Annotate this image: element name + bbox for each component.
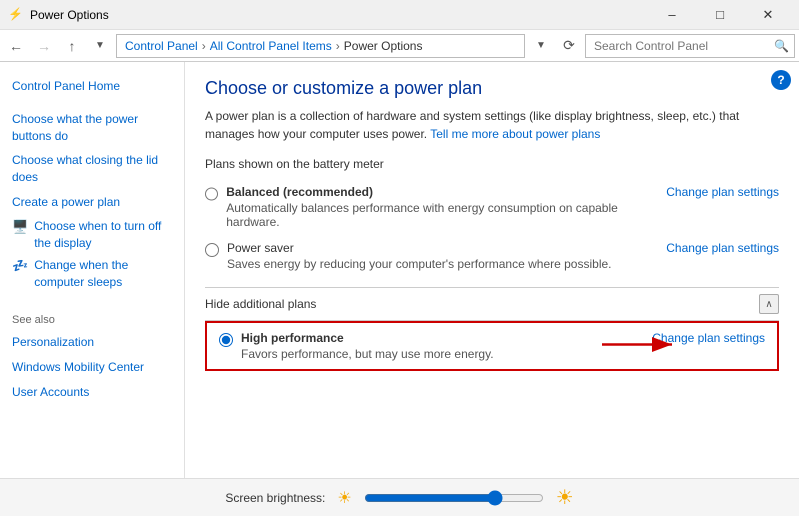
plan-item-high-performance: High performance Favors performance, but… (205, 321, 779, 371)
app-icon: ⚡ (8, 7, 24, 23)
plan-balanced-info: Balanced (recommended) Automatically bal… (226, 185, 650, 229)
plan-high-perf-desc: Favors performance, but may use more ene… (241, 347, 494, 361)
path-control-panel[interactable]: Control Panel (125, 39, 198, 53)
address-path[interactable]: Control Panel › All Control Panel Items … (116, 34, 525, 58)
see-also-title: See also (0, 310, 184, 330)
sidebar-item-create-plan[interactable]: Create a power plan (0, 190, 184, 215)
sidebar-item-change-sleep-label: Change when the computer sleeps (34, 257, 172, 291)
sidebar: Control Panel Home Choose what the power… (0, 62, 185, 478)
sidebar-item-turn-off-display-label: Choose when to turn off the display (34, 218, 172, 252)
collapse-button[interactable]: ∧ (759, 294, 779, 314)
plan-item-power-saver: Power saver Saves energy by reducing you… (205, 235, 779, 277)
battery-section-label: Plans shown on the battery meter (205, 157, 779, 171)
sidebar-item-change-sleep[interactable]: 💤 Change when the computer sleeps (0, 254, 184, 294)
back-button[interactable]: ← (4, 34, 28, 58)
sidebar-item-closing-lid[interactable]: Choose what closing the lid does (0, 148, 184, 190)
brightness-label: Screen brightness: (225, 491, 325, 505)
plan-power-saver-info: Power saver Saves energy by reducing you… (227, 241, 612, 271)
maximize-button[interactable]: □ (697, 0, 743, 30)
recent-locations-button[interactable]: ▼ (88, 34, 112, 58)
plan-power-saver-left: Power saver Saves energy by reducing you… (205, 241, 612, 271)
path-separator-2: › (336, 39, 340, 53)
window-controls: – □ ✕ (649, 0, 791, 30)
up-button[interactable]: ↑ (60, 34, 84, 58)
plan-balanced-radio[interactable] (205, 187, 218, 201)
plan-balanced-name: Balanced (recommended) (226, 185, 650, 199)
plan-high-perf-name: High performance (241, 331, 494, 345)
forward-button[interactable]: → (32, 34, 56, 58)
path-separator-1: › (202, 39, 206, 53)
address-bar: ← → ↑ ▼ Control Panel › All Control Pane… (0, 30, 799, 62)
path-all-items[interactable]: All Control Panel Items (210, 39, 332, 53)
change-plan-power-saver-link[interactable]: Change plan settings (666, 241, 779, 255)
learn-more-link[interactable]: Tell me more about power plans (430, 127, 600, 141)
additional-plans-header[interactable]: Hide additional plans ∧ (205, 287, 779, 321)
sidebar-item-control-panel-home[interactable]: Control Panel Home (0, 74, 184, 99)
display-icon: 🖥️ (12, 218, 28, 236)
sidebar-item-user-accounts[interactable]: User Accounts (0, 380, 184, 405)
sidebar-item-power-buttons[interactable]: Choose what the power buttons do (0, 107, 184, 149)
sidebar-item-personalization[interactable]: Personalization (0, 330, 184, 355)
main-container: Control Panel Home Choose what the power… (0, 62, 799, 478)
see-also-section: See also Personalization Windows Mobilit… (0, 310, 184, 404)
plan-high-perf-info: High performance Favors performance, but… (241, 331, 494, 361)
search-wrapper: 🔍 (585, 34, 795, 58)
path-current: Power Options (344, 39, 423, 53)
plan-high-perf-row: High performance Favors performance, but… (219, 331, 765, 361)
change-plan-balanced-link[interactable]: Change plan settings (666, 185, 779, 199)
window-title: Power Options (30, 8, 649, 22)
page-title: Choose or customize a power plan (205, 78, 779, 99)
brightness-sun-left-icon: ☀ (337, 488, 351, 508)
refresh-button[interactable]: ⟳ (557, 34, 581, 58)
plan-power-saver-desc: Saves energy by reducing your computer's… (227, 257, 612, 271)
plan-high-perf-radio[interactable] (219, 333, 233, 347)
content-area: Choose or customize a power plan A power… (185, 62, 799, 478)
app-window: ⚡ Power Options – □ ✕ ← → ↑ ▼ Control Pa… (0, 0, 799, 516)
brightness-sun-right-icon: ☀ (556, 485, 574, 510)
close-button[interactable]: ✕ (745, 0, 791, 30)
plan-item-balanced: Balanced (recommended) Automatically bal… (205, 179, 779, 235)
title-bar: ⚡ Power Options – □ ✕ (0, 0, 799, 30)
search-input[interactable] (585, 34, 795, 58)
help-button[interactable]: ? (771, 70, 791, 90)
search-icon: 🔍 (774, 39, 789, 53)
bottom-bar: Screen brightness: ☀ ☀ (0, 478, 799, 516)
plan-balanced-left: Balanced (recommended) Automatically bal… (205, 185, 650, 229)
plan-power-saver-radio[interactable] (205, 243, 219, 257)
sidebar-item-turn-off-display[interactable]: 🖥️ Choose when to turn off the display (0, 215, 184, 255)
sleep-icon: 💤 (12, 257, 28, 275)
plan-power-saver-name: Power saver (227, 241, 612, 255)
plan-high-perf-left: High performance Favors performance, but… (219, 331, 494, 361)
additional-plans-title: Hide additional plans (205, 297, 316, 311)
plan-balanced-desc: Automatically balances performance with … (226, 201, 650, 229)
minimize-button[interactable]: – (649, 0, 695, 30)
path-dropdown-button[interactable]: ▼ (529, 34, 553, 58)
brightness-slider[interactable] (364, 490, 544, 506)
sidebar-item-mobility-center[interactable]: Windows Mobility Center (0, 355, 184, 380)
change-plan-high-perf-link[interactable]: Change plan settings (652, 331, 765, 345)
content-description: A power plan is a collection of hardware… (205, 107, 779, 143)
